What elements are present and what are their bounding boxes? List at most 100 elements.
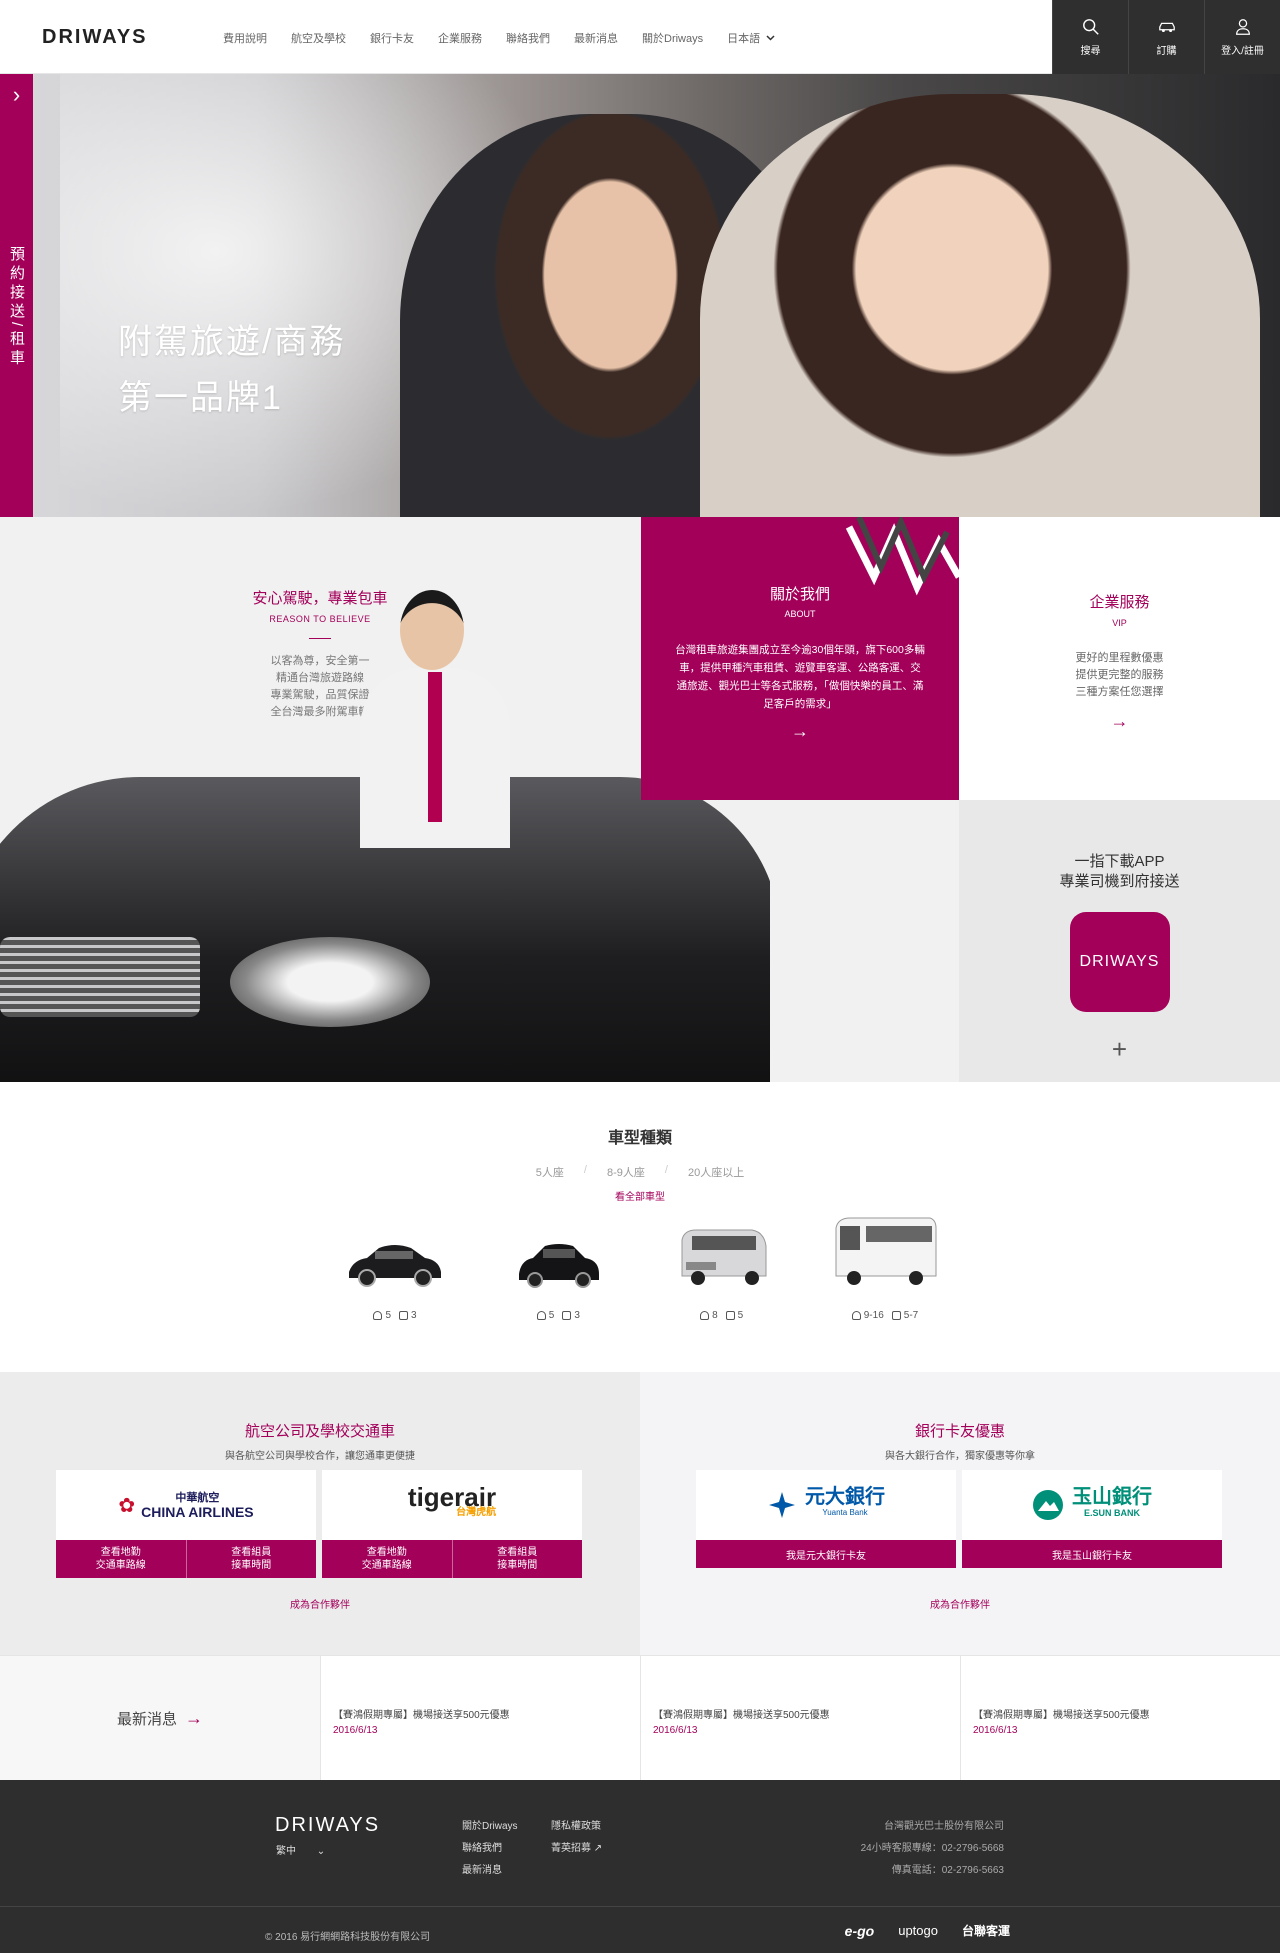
vehicle-list: 5 3 5 3 8 5 9-16 5-7: [330, 1212, 950, 1321]
vehicle-types-section: 車型種類 5人座 / 8-9人座 / 20人座以上 看全部車型 5 3 5 3 …: [0, 1082, 1280, 1372]
filter-20-plus-seat[interactable]: 20人座以上: [688, 1164, 744, 1180]
partner-card-yuanta: 元大銀行 Yuanta Bank 我是元大銀行卡友: [696, 1470, 956, 1568]
enterprise-title: 企業服務: [1089, 594, 1150, 611]
crew-pickup-time-button[interactable]: 查看組員 接車時間: [451, 1540, 583, 1578]
login-button[interactable]: 登入/註冊: [1204, 0, 1280, 74]
news-item[interactable]: 【賽鴻假期專屬】機場接送享500元優惠 2016/6/13: [320, 1656, 640, 1780]
luggage-value: 3: [574, 1310, 580, 1321]
app-title: 一指下載APP 專業司機到府接送: [959, 852, 1280, 892]
esun-cardholder-button[interactable]: 我是玉山銀行卡友: [962, 1540, 1222, 1568]
bus-image: [820, 1212, 950, 1292]
brand-tailian-logo[interactable]: 台聯客運: [962, 1922, 1010, 1939]
hotline: 24小時客服專線：02-2796-5668: [860, 1843, 1004, 1854]
language-label: 日本語: [727, 33, 761, 45]
news-label-text: 最新消息: [116, 1710, 177, 1728]
luggage-count: 5-7: [891, 1310, 919, 1321]
news-item[interactable]: 【賽鴻假期專屬】機場接送享500元優惠 2016/6/13: [960, 1656, 1280, 1780]
luggage-count: 3: [562, 1310, 580, 1321]
vehicle-spec: 9-16 5-7: [820, 1310, 950, 1321]
app-icon[interactable]: DRIWAYS: [1069, 912, 1170, 1012]
esun-logo-en: E.SUN BANK: [1083, 1508, 1140, 1518]
header-actions: 搜尋 訂購 登入/註冊: [1052, 0, 1280, 74]
esun-bank-logo: 玉山銀行 E.SUN BANK: [962, 1470, 1222, 1540]
china-airlines-logo-text: CHINA AIRLINES: [141, 1504, 254, 1520]
yuanta-emblem-icon: [769, 1492, 795, 1518]
vehicle-card-sedan[interactable]: 5 3: [330, 1212, 460, 1321]
bank-cards: 元大銀行 Yuanta Bank 我是元大銀行卡友 玉山銀行 E.SUN BAN…: [696, 1470, 1222, 1568]
arrow-right-icon[interactable]: →: [959, 711, 1280, 732]
booking-side-tab-label: 預約接送/租車: [8, 246, 25, 369]
language-select[interactable]: 日本語: [727, 30, 775, 46]
footer-link-about[interactable]: 關於Driways: [462, 1816, 518, 1838]
hero-woman-2-image: [700, 94, 1260, 517]
about-card[interactable]: 關於我們 ABOUT 台灣租車旅遊集團成立至今逾30個年頭，旗下600多輛車，提…: [641, 517, 959, 800]
order-button[interactable]: 訂購: [1128, 0, 1204, 74]
booking-side-tab[interactable]: › 預約接送/租車: [0, 74, 33, 517]
footer-brands: e-go uptogo 台聯客運: [845, 1922, 1010, 1939]
vehicle-card-bus[interactable]: 9-16 5-7: [820, 1212, 950, 1321]
yuanta-cardholder-button[interactable]: 我是元大銀行卡友: [696, 1540, 956, 1568]
airline-school-block: 航空公司及學校交通車 與各航空公司與學校合作，讓您通車更便捷 ✿ 中華航空 CH…: [0, 1372, 640, 1655]
enterprise-text: 更好的里程數優惠 提供更完整的服務 三種方案任您選擇: [959, 650, 1280, 701]
passenger-value: 5: [385, 1310, 391, 1321]
search-button[interactable]: 搜尋: [1052, 0, 1128, 74]
vehicle-card-van[interactable]: 8 5: [657, 1212, 787, 1321]
nav-item-about[interactable]: 關於Driways: [642, 30, 703, 46]
passenger-value: 8: [712, 1310, 718, 1321]
yuanta-bank-logo: 元大銀行 Yuanta Bank: [696, 1470, 956, 1540]
enterprise-card[interactable]: 企業服務 VIP 更好的里程數優惠 提供更完整的服務 三種方案任您選擇 →: [959, 517, 1280, 800]
enterprise-subtitle: VIP: [1112, 618, 1127, 628]
passenger-value: 5: [548, 1310, 555, 1321]
partner-card-china-airlines: ✿ 中華航空 CHINA AIRLINES 查看地勤 交通車路線 查看組員 接車…: [56, 1470, 316, 1578]
nav-item-bank[interactable]: 銀行卡友: [370, 30, 414, 46]
filter-8-9-seat[interactable]: 8-9人座: [607, 1164, 645, 1180]
luggage-count: 3: [399, 1310, 417, 1321]
news-item[interactable]: 【賽鴻假期專屬】機場接送享500元優惠 2016/6/13: [640, 1656, 960, 1780]
copyright: © 2016 易行網網路科技股份有限公司: [265, 1932, 431, 1943]
luggage-icon: [725, 1311, 735, 1320]
site-logo[interactable]: DRIWAYS: [42, 26, 148, 49]
footer-links-col1: 關於Driways 聯絡我們 最新消息: [462, 1816, 518, 1882]
news-date: 2016/6/13: [653, 1725, 698, 1736]
order-label: 訂購: [1156, 45, 1177, 57]
person-icon: [700, 1311, 710, 1320]
news-date: 2016/6/13: [973, 1725, 1018, 1736]
wave-decoration-icon: [845, 517, 959, 596]
nav-item-enterprise[interactable]: 企業服務: [438, 30, 482, 46]
ground-shuttle-route-button[interactable]: 查看地勤 交通車路線: [56, 1540, 186, 1578]
page: DRIWAYS 費用說明 航空及學校 銀行卡友 企業服務 聯絡我們 最新消息 關…: [0, 0, 1280, 1953]
filter-5-seat[interactable]: 5人座: [536, 1164, 564, 1180]
plus-icon[interactable]: +: [959, 1034, 1280, 1065]
news-label[interactable]: 最新消息 →: [0, 1656, 320, 1780]
become-partner-link[interactable]: 成為合作夥伴: [640, 1596, 1280, 1611]
footer-link-news[interactable]: 最新消息: [462, 1860, 518, 1882]
nav-item-airline-school[interactable]: 航空及學校: [291, 30, 346, 46]
ground-shuttle-route-button[interactable]: 查看地勤 交通車路線: [322, 1540, 452, 1578]
footer-link-careers[interactable]: 菁英招募 ↗: [551, 1838, 602, 1860]
separator: /: [583, 1164, 587, 1176]
arrow-right-icon[interactable]: →: [641, 721, 959, 742]
vehicle-card-luxury-sedan[interactable]: 5 3: [493, 1212, 623, 1321]
footer-language-select[interactable]: 繁中 ⌄: [276, 1842, 325, 1857]
brand-ego-logo[interactable]: e-go: [845, 1923, 875, 1939]
luggage-icon: [891, 1311, 901, 1320]
footer-link-privacy[interactable]: 隱私權政策: [551, 1816, 602, 1838]
footer: DRIWAYS 繁中 ⌄ 關於Driways 聯絡我們 最新消息 隱私權政策 菁…: [0, 1780, 1280, 1953]
crew-pickup-time-button[interactable]: 查看組員 接車時間: [185, 1540, 317, 1578]
vehicle-spec: 5 3: [493, 1310, 623, 1321]
bank-title: 銀行卡友優惠: [914, 1423, 1005, 1440]
become-partner-link[interactable]: 成為合作夥伴: [0, 1596, 640, 1611]
nav-item-news[interactable]: 最新消息: [574, 30, 618, 46]
yuanta-logo-en: Yuanta Bank: [822, 1508, 868, 1517]
view-all-vehicles-link[interactable]: 看全部車型: [0, 1188, 1280, 1203]
luggage-value: 3: [411, 1310, 417, 1321]
footer-logo[interactable]: DRIWAYS: [275, 1814, 380, 1837]
user-icon: [1235, 18, 1250, 35]
brand-uptogo-logo[interactable]: uptogo: [898, 1923, 938, 1938]
main-nav: 費用說明 航空及學校 銀行卡友 企業服務 聯絡我們 最新消息 關於Driways…: [223, 30, 775, 46]
footer-link-contact[interactable]: 聯絡我們: [462, 1838, 518, 1860]
nav-item-contact[interactable]: 聯絡我們: [506, 30, 550, 46]
bank-subtitle: 與各大銀行合作，獨家優惠等你拿: [885, 1451, 1035, 1462]
nav-item-pricing[interactable]: 費用說明: [223, 30, 267, 46]
luggage-value: 5-7: [903, 1310, 919, 1321]
